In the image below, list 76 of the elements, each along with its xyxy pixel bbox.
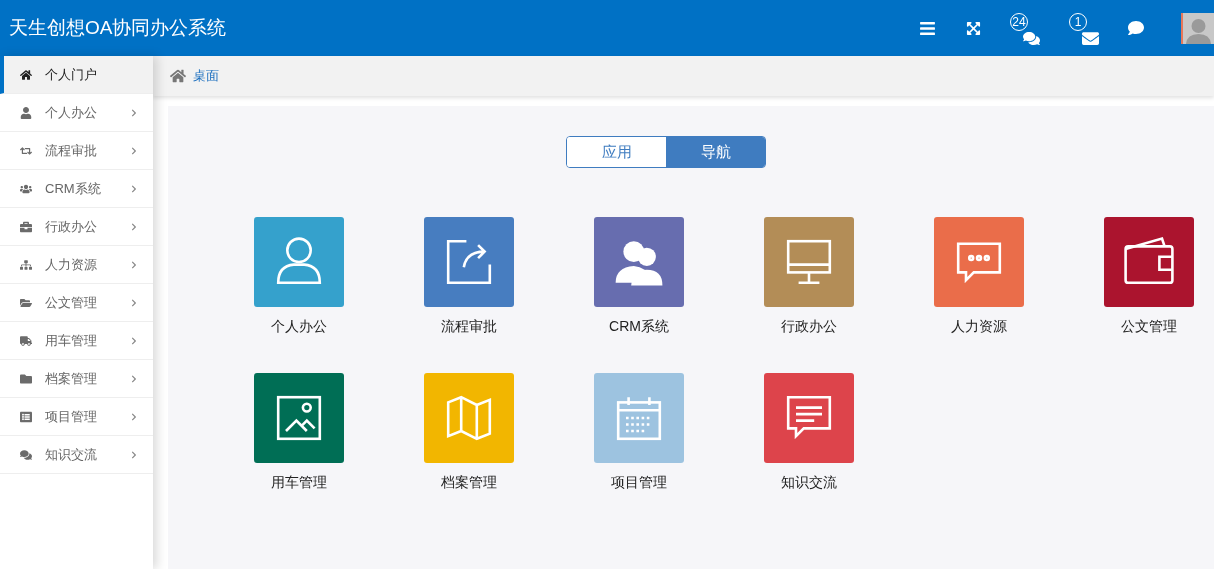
app-title: 天生创想OA协同办公系统 [9, 15, 227, 40]
mail-button[interactable]: 1 [1069, 13, 1099, 47]
tile-label: 人力资源 [951, 317, 1007, 336]
user-icon [19, 106, 33, 119]
tile-label: 项目管理 [611, 473, 667, 492]
tile-label: 公文管理 [1121, 317, 1177, 336]
sidebar-item[interactable]: 个人门户 [0, 56, 153, 94]
tile-label: 个人办公 [271, 317, 327, 336]
briefcase-icon [19, 220, 33, 233]
chat-bubbles-icon [19, 448, 33, 461]
app-tile[interactable] [594, 373, 684, 463]
envelope-icon [1082, 30, 1099, 47]
chat-bubbles-icon [1023, 30, 1040, 47]
app-tile[interactable] [1104, 217, 1194, 307]
sidebar-label: 公文管理 [45, 293, 97, 312]
segment-tab[interactable]: 导航 [666, 137, 765, 167]
tile-label: 行政办公 [781, 317, 837, 336]
sidebar-label: 流程审批 [45, 141, 97, 160]
sidebar-label: 项目管理 [45, 407, 97, 426]
home-icon [19, 68, 33, 81]
sidebar-item[interactable]: CRM系统 [0, 170, 153, 208]
tile-label: 用车管理 [271, 473, 327, 492]
folder-icon [19, 372, 33, 385]
sidebar-label: CRM系统 [45, 179, 101, 198]
chevron-icon [130, 374, 138, 383]
chevron-icon [130, 184, 138, 193]
home-icon [170, 68, 186, 84]
sidebar-item[interactable]: 人力资源 [0, 246, 153, 284]
sitemap-icon [19, 258, 33, 271]
chevron-icon [130, 108, 138, 117]
app-tile[interactable] [764, 217, 854, 307]
tile-label: CRM系统 [609, 317, 669, 336]
app-tile[interactable] [934, 217, 1024, 307]
list-icon [19, 410, 33, 423]
chevron-icon [130, 298, 138, 307]
cycle-arrows-icon [19, 144, 33, 157]
chevron-icon [130, 450, 138, 459]
sidebar-item[interactable]: 个人办公 [0, 94, 153, 132]
folder-icon [19, 296, 33, 309]
app-tile[interactable] [254, 373, 344, 463]
breadcrumb-link[interactable]: 桌面 [193, 66, 219, 86]
sidebar-item[interactable]: 用车管理 [0, 322, 153, 360]
segment-tab[interactable]: 应用 [567, 137, 666, 167]
sidebar-label: 用车管理 [45, 331, 97, 350]
sidebar-label: 行政办公 [45, 217, 97, 236]
app-tile[interactable] [424, 373, 514, 463]
fullscreen-button[interactable] [966, 20, 981, 36]
truck-icon [19, 334, 33, 347]
app-tile[interactable] [424, 217, 514, 307]
chevron-icon [130, 222, 138, 231]
sidebar-item[interactable]: 知识交流 [0, 436, 153, 474]
avatar[interactable] [1181, 12, 1214, 44]
chevron-icon [130, 336, 138, 345]
sidebar-item[interactable]: 流程审批 [0, 132, 153, 170]
chevron-icon [130, 412, 138, 421]
chevron-icon [130, 146, 138, 155]
tile-label: 流程审批 [441, 317, 497, 336]
tile-label: 知识交流 [781, 473, 837, 492]
sidebar-label: 档案管理 [45, 369, 97, 388]
chat-button[interactable]: 24 [1010, 13, 1040, 47]
app-tile[interactable] [594, 217, 684, 307]
sidebar-item[interactable]: 公文管理 [0, 284, 153, 322]
sidebar-label: 人力资源 [45, 255, 97, 274]
tile-label: 档案管理 [441, 473, 497, 492]
sidebar-item[interactable]: 行政办公 [0, 208, 153, 246]
users-icon [19, 182, 33, 195]
app-tile[interactable] [254, 217, 344, 307]
sidebar-label: 知识交流 [45, 445, 97, 464]
message-button[interactable] [1128, 20, 1144, 36]
sidebar-item[interactable]: 项目管理 [0, 398, 153, 436]
app-tile[interactable] [764, 373, 854, 463]
sidebar-item[interactable]: 档案管理 [0, 360, 153, 398]
sidebar-label: 个人门户 [45, 65, 97, 84]
sidebar-label: 个人办公 [45, 103, 97, 122]
chevron-icon [130, 260, 138, 269]
menu-button[interactable] [919, 19, 936, 37]
